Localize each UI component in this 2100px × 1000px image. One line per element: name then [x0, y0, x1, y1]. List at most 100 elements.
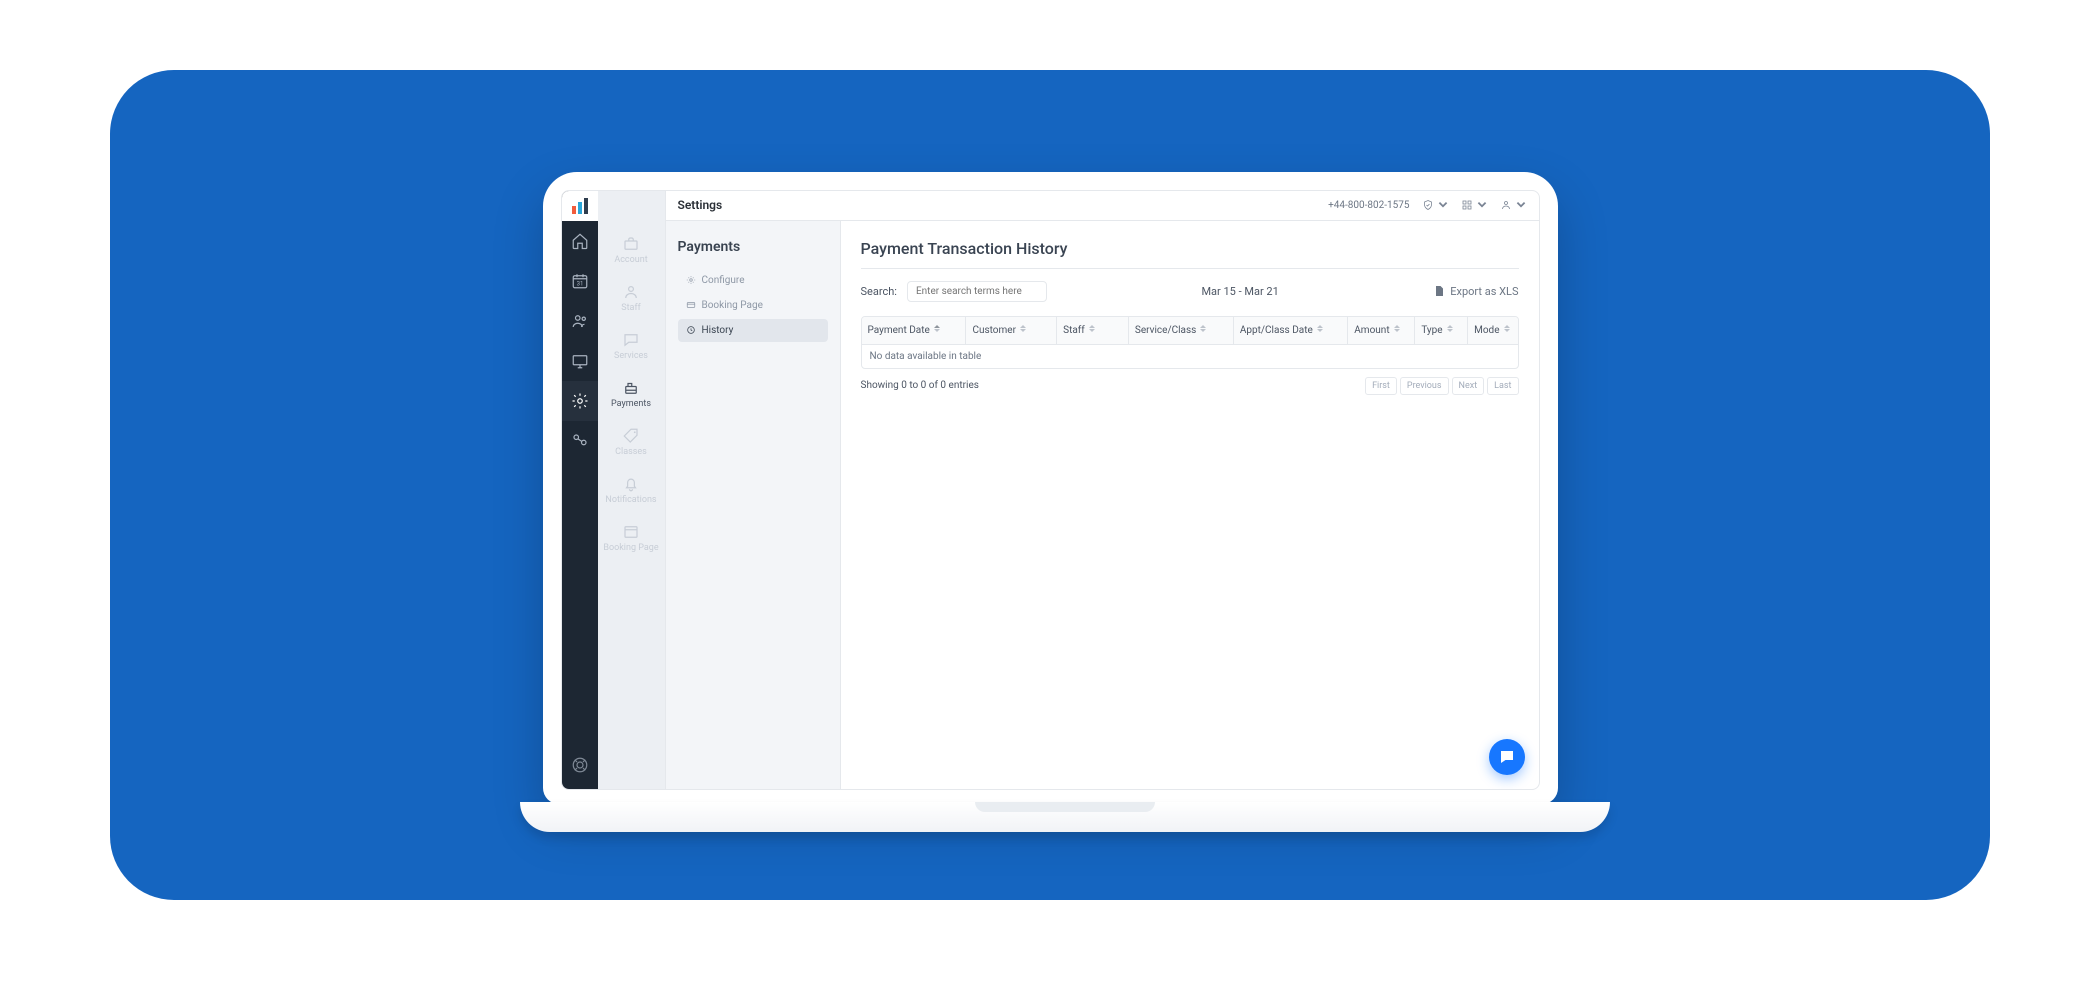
- chevron-down-icon: [1515, 199, 1527, 211]
- subnav-item-classes[interactable]: Classes: [598, 421, 665, 463]
- export-label: Export as XLS: [1450, 285, 1518, 298]
- table-empty-message: No data available in table: [862, 345, 1518, 368]
- sort-icon: [1394, 325, 1402, 335]
- subnav-label: Staff: [621, 303, 640, 313]
- table-header-row: Payment Date Customer Staff Service/Class Ap…: [862, 317, 1518, 345]
- laptop-screen: 31: [543, 172, 1558, 804]
- calendar-icon: 31: [571, 272, 589, 290]
- app-logo[interactable]: [562, 191, 598, 221]
- window-icon: [622, 523, 640, 541]
- column-label: Appt/Class Date: [1240, 325, 1313, 336]
- content-area: Settings +44-800-802-1575: [666, 191, 1539, 789]
- chat-icon: [1498, 748, 1516, 766]
- column-header[interactable]: Amount: [1348, 317, 1415, 344]
- rail-item-home[interactable]: [562, 221, 598, 261]
- gear-icon: [571, 392, 589, 410]
- column-header[interactable]: Payment Date: [862, 317, 967, 344]
- people-icon: [571, 312, 589, 330]
- home-icon: [571, 232, 589, 250]
- payments-menu: Payments Configure Booking Page: [666, 221, 841, 789]
- menu3-item-booking-page[interactable]: Booking Page: [678, 294, 828, 317]
- clock-icon: [686, 325, 696, 335]
- subnav-item-payments[interactable]: Payments: [598, 373, 665, 415]
- menu3-item-history[interactable]: History: [678, 319, 828, 342]
- date-range-picker[interactable]: Mar 15 - Mar 21: [1201, 285, 1278, 298]
- user-icon: [1500, 199, 1512, 211]
- rail-item-people[interactable]: [562, 301, 598, 341]
- subnav-item-staff[interactable]: Staff: [598, 277, 665, 319]
- menu3-label: Configure: [702, 275, 745, 286]
- svg-text:31: 31: [576, 280, 583, 287]
- gear-icon: [686, 275, 696, 285]
- topbar-user-menu[interactable]: [1500, 199, 1527, 211]
- pager: First Previous Next Last: [1365, 377, 1518, 395]
- pager-prev-button[interactable]: Previous: [1400, 377, 1449, 395]
- person-icon: [622, 283, 640, 301]
- subnav-item-booking-page[interactable]: Booking Page: [598, 517, 665, 559]
- export-xls-button[interactable]: Export as XLS: [1433, 285, 1518, 298]
- main-panel: Payment Transaction History Search: Mar …: [841, 221, 1539, 789]
- pager-last-button[interactable]: Last: [1487, 377, 1518, 395]
- topbar-phone: +44-800-802-1575: [1328, 200, 1409, 211]
- rail-item-settings[interactable]: [562, 381, 598, 421]
- logo-icon: [571, 197, 589, 215]
- rail-item-integrations[interactable]: [562, 421, 598, 461]
- briefcase-icon: [622, 235, 640, 253]
- cash-register-icon: [622, 379, 640, 397]
- search-input[interactable]: [907, 281, 1047, 302]
- sort-icon: [1504, 325, 1512, 335]
- column-header[interactable]: Appt/Class Date: [1234, 317, 1348, 344]
- column-label: Mode: [1474, 325, 1499, 336]
- subnav-label: Account: [614, 255, 647, 265]
- table-toolbar: Search: Mar 15 - Mar 21 Export as XLS: [861, 281, 1519, 302]
- pager-next-button[interactable]: Next: [1452, 377, 1485, 395]
- subnav-item-notifications[interactable]: Notifications: [598, 469, 665, 511]
- pager-first-button[interactable]: First: [1365, 377, 1397, 395]
- column-label: Customer: [972, 325, 1016, 336]
- column-label: Amount: [1354, 325, 1389, 336]
- app-shell: 31: [561, 190, 1540, 790]
- topbar-title: Settings: [678, 198, 723, 212]
- rail-item-calendar[interactable]: 31: [562, 261, 598, 301]
- column-header[interactable]: Staff: [1057, 317, 1129, 344]
- sort-icon: [1200, 325, 1208, 335]
- sort-icon: [934, 325, 942, 335]
- search-label: Search:: [861, 285, 897, 298]
- page-title: Payment Transaction History: [861, 239, 1519, 269]
- transactions-table: Payment Date Customer Staff Service/Class Ap…: [861, 316, 1519, 369]
- chat-fab[interactable]: [1489, 739, 1525, 775]
- topbar: Settings +44-800-802-1575: [666, 191, 1539, 221]
- molecule-icon: [571, 432, 589, 450]
- menu3-item-configure[interactable]: Configure: [678, 269, 828, 292]
- subnav-item-services[interactable]: Services: [598, 325, 665, 367]
- primary-nav-rail: 31: [562, 191, 598, 789]
- subnav-label: Services: [614, 351, 648, 361]
- column-header[interactable]: Service/Class: [1129, 317, 1234, 344]
- chevron-down-icon: [1437, 199, 1449, 211]
- chat-bubble-icon: [622, 331, 640, 349]
- column-label: Service/Class: [1135, 325, 1196, 336]
- content-body: Payments Configure Booking Page: [666, 221, 1539, 789]
- topbar-security-menu[interactable]: [1422, 199, 1449, 211]
- subnav-label: Notifications: [605, 495, 656, 505]
- column-header[interactable]: Customer: [966, 317, 1057, 344]
- payments-menu-title: Payments: [678, 239, 828, 255]
- table-footer: Showing 0 to 0 of 0 entries First Previo…: [861, 377, 1519, 395]
- showing-entries-text: Showing 0 to 0 of 0 entries: [861, 380, 979, 391]
- topbar-apps-menu[interactable]: [1461, 199, 1488, 211]
- rail-item-monitor[interactable]: [562, 341, 598, 381]
- monitor-icon: [571, 352, 589, 370]
- bell-icon: [622, 475, 640, 493]
- sort-icon: [1020, 325, 1028, 335]
- presentation-background: 31: [110, 70, 1990, 900]
- tag-icon: [622, 427, 640, 445]
- column-header[interactable]: Type: [1415, 317, 1468, 344]
- column-header[interactable]: Mode: [1468, 317, 1517, 344]
- menu3-label: Booking Page: [702, 300, 763, 311]
- column-label: Staff: [1063, 325, 1085, 336]
- rail-item-help[interactable]: [562, 741, 598, 789]
- file-icon: [1433, 285, 1445, 297]
- chevron-down-icon: [1476, 199, 1488, 211]
- subnav-item-account[interactable]: Account: [598, 229, 665, 271]
- laptop-base: [520, 802, 1610, 832]
